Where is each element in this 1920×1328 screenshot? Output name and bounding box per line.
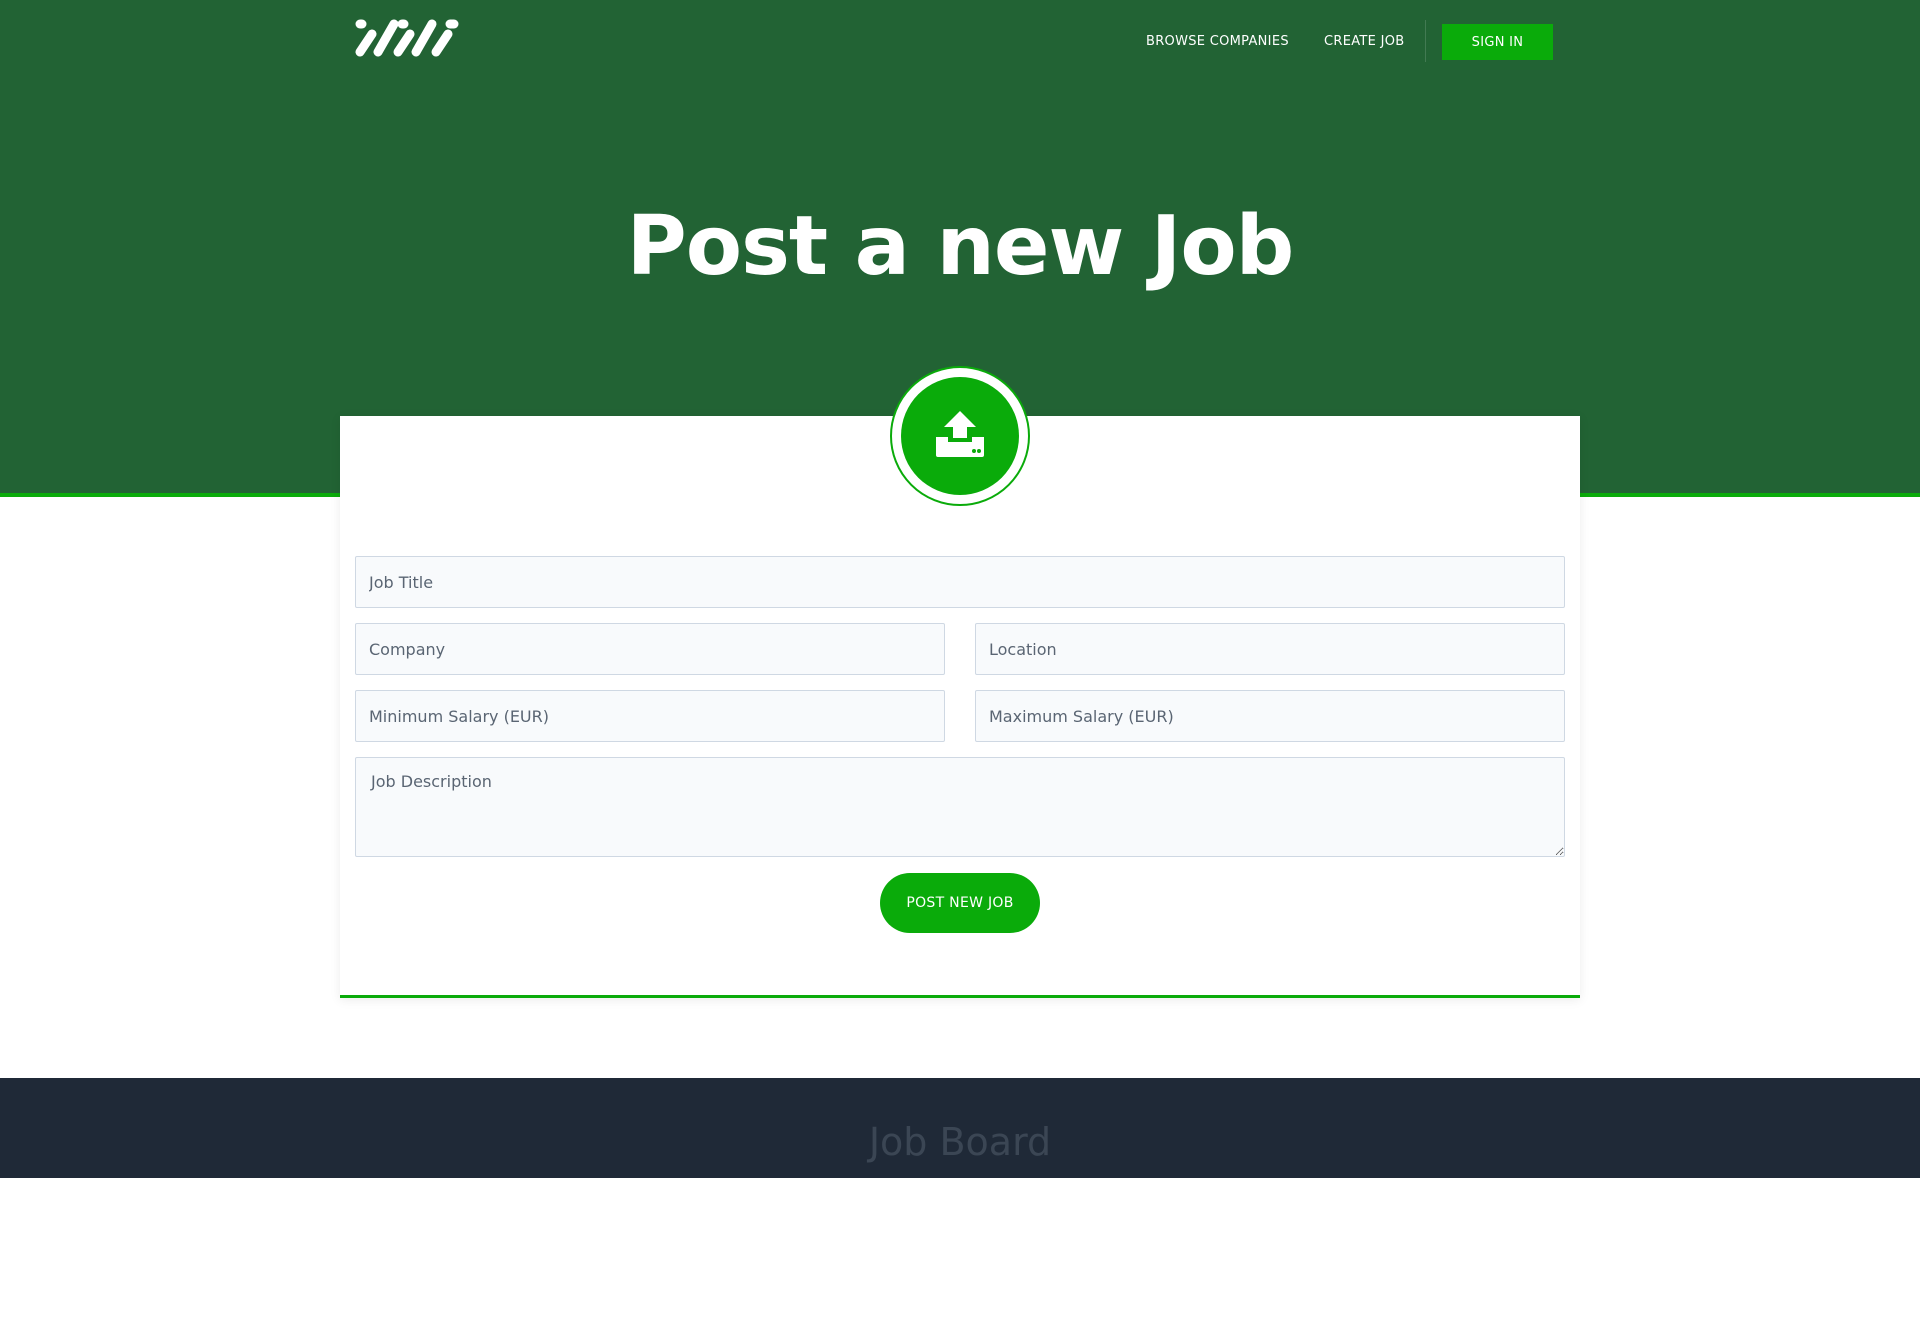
min-salary-input[interactable]: [355, 690, 945, 742]
nav-browse-companies[interactable]: BROWSE COMPANIES: [1146, 30, 1289, 54]
nav-divider: [1425, 20, 1426, 62]
job-title-input[interactable]: [355, 556, 1565, 608]
upload-badge: [890, 366, 1030, 506]
max-salary-input[interactable]: [975, 690, 1565, 742]
job-description-textarea[interactable]: [355, 757, 1565, 857]
nav-create-job[interactable]: CREATE JOB: [1324, 30, 1404, 54]
post-new-job-button[interactable]: POST NEW JOB: [880, 873, 1040, 933]
page-title: Post a new Job: [626, 199, 1295, 294]
company-input[interactable]: [355, 623, 945, 675]
logo-icon[interactable]: [354, 16, 462, 60]
footer: Job Board: [0, 1078, 1920, 1178]
upload-icon: [936, 411, 984, 457]
location-input[interactable]: [975, 623, 1565, 675]
footer-title: Job Board: [868, 1120, 1052, 1164]
upload-icon-circle: [901, 377, 1019, 495]
sign-in-button[interactable]: SIGN IN: [1442, 24, 1553, 60]
